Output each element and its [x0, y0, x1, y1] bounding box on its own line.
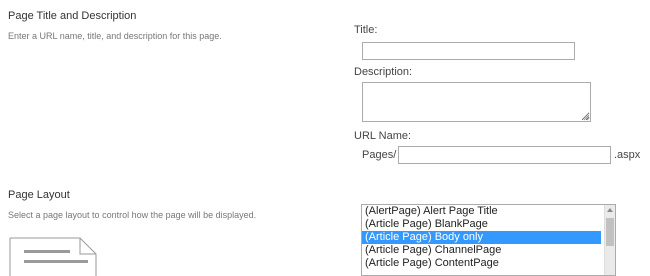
description-textarea[interactable]: [362, 82, 591, 122]
list-item[interactable]: (Article Page) ContentPage: [362, 257, 601, 270]
page-layout-section-description: Select a page layout to control how the …: [8, 210, 257, 220]
url-name-label: URL Name:: [354, 130, 412, 142]
list-item[interactable]: (AlertPage) Alert Page Title: [362, 205, 601, 218]
description-label: Description:: [354, 66, 413, 78]
url-name-input[interactable]: [398, 146, 611, 164]
url-prefix-text: Pages/: [362, 149, 397, 161]
scroll-thumb[interactable]: [606, 218, 614, 246]
url-suffix-text: .aspx: [614, 149, 641, 161]
page-title-section-description: Enter a URL name, title, and description…: [8, 31, 222, 41]
list-item[interactable]: (Article Page) BlankPage: [362, 218, 601, 231]
title-input[interactable]: [362, 42, 575, 60]
page-layout-section-heading: Page Layout: [8, 189, 70, 201]
description-textarea-wrap: [362, 82, 591, 122]
list-item[interactable]: (Article Page) ChannelPage: [362, 244, 601, 257]
page-layout-listbox[interactable]: (AlertPage) Alert Page Title (Article Pa…: [361, 204, 616, 276]
resize-grip-icon[interactable]: [583, 114, 590, 121]
scroll-up-arrow-icon[interactable]: [607, 208, 613, 212]
page-title-section-heading: Page Title and Description: [8, 10, 137, 22]
list-item-selected[interactable]: (Article Page) Body only: [362, 231, 601, 244]
title-label: Title:: [354, 24, 378, 36]
page-layout-preview-icon: [9, 237, 97, 276]
listbox-scrollbar[interactable]: [604, 205, 615, 275]
